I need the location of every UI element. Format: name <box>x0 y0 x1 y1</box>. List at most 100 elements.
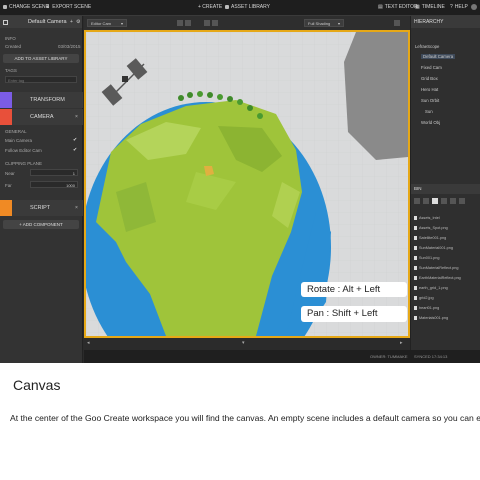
tree-label: Fixed Cam <box>421 65 442 70</box>
tag-placeholder: Enter tag <box>8 78 25 83</box>
follow-editor-cam-checkbox[interactable]: ✔ <box>73 147 77 153</box>
camera-select[interactable]: Editor Cam ▾ <box>87 19 127 27</box>
near-value: 1 <box>72 171 75 176</box>
camera-component-header[interactable]: CAMERA × <box>0 109 83 125</box>
grid-icon[interactable] <box>212 20 218 26</box>
asset-item[interactable]: Assets_Spot.png <box>414 226 448 230</box>
create-label: + CREATE <box>198 4 223 10</box>
tree-item[interactable]: Fixed Cam <box>421 65 442 70</box>
pan-hint: Pan : Shift + Left <box>301 306 407 322</box>
add-component-label: + ADD COMPONENT <box>19 222 63 227</box>
text-editor-button[interactable]: ▤ TEXT EDITOR <box>378 4 418 10</box>
change-scene-button[interactable]: CHANGE SCENE <box>3 4 49 10</box>
far-input[interactable]: 1000 <box>30 181 78 188</box>
tree-item[interactable]: Sun Orbit <box>421 98 439 103</box>
grid-view-icon[interactable] <box>432 198 438 204</box>
scale-tool-icon[interactable] <box>204 20 210 26</box>
asset-item[interactable]: Assets_Intel <box>414 216 440 220</box>
viewport-toolbar: Editor Cam ▾ Full Shading ▾ <box>84 16 410 30</box>
asset-item[interactable]: Sun001.png <box>414 256 439 260</box>
tree-label: Default Camera <box>423 54 454 59</box>
settings-icon[interactable]: ⚙ <box>76 19 80 25</box>
trash-icon[interactable] <box>459 198 465 204</box>
far-label: Far <box>5 183 12 188</box>
section-paragraph: At the center of the Goo Create workspac… <box>10 413 480 423</box>
rotate-tool-icon[interactable] <box>185 20 191 26</box>
hierarchy-title: HIERARCHY <box>414 19 444 25</box>
tree-label: Sun <box>425 109 433 114</box>
asset-library-button[interactable]: ASSET LIBRARY <box>225 4 270 10</box>
tree-item[interactable]: LefraeScope <box>415 44 439 49</box>
library-icon <box>225 5 229 9</box>
timeline-label: TIMELINE <box>421 4 445 10</box>
asset-item[interactable]: earth_grid_1.png <box>414 286 448 290</box>
asset-item[interactable]: SunMaterialReflect.png <box>414 266 458 270</box>
asset-item[interactable]: EarthMaterialReflect.png <box>414 276 461 280</box>
canvas-bottom-bar: ◂ ▾ ▸ <box>84 338 410 348</box>
asset-item[interactable]: SunMaterial001.png <box>414 246 453 250</box>
asset-item[interactable]: grid2.jpg <box>414 296 434 300</box>
hierarchy-panel: HIERARCHY LefraeScope Default Camera Fix… <box>410 16 480 350</box>
sync-status: SYNCED 17:34:13 <box>414 354 448 359</box>
created-date: 03/03/2015 <box>58 44 81 49</box>
asset-item[interactable]: Materials001.png <box>414 316 448 320</box>
create-button[interactable]: + CREATE <box>198 4 222 10</box>
main-camera-label: Main Camera <box>5 138 33 143</box>
script-label: SCRIPT <box>30 205 51 211</box>
scene-canvas[interactable]: Rotate : Alt + Left Pan : Shift + Left <box>84 30 410 338</box>
add-component-button[interactable]: + ADD COMPONENT <box>3 220 79 229</box>
text-editor-label: TEXT EDITOR <box>384 4 418 10</box>
entity-name[interactable]: Default Camera <box>28 19 67 25</box>
tags-label: TAGS <box>5 68 17 73</box>
change-scene-label: CHANGE SCENE <box>9 4 50 10</box>
upload-icon[interactable] <box>423 198 429 204</box>
timeline-button[interactable]: ▦ TIMELINE <box>415 4 445 10</box>
tree-item[interactable]: Sun <box>425 109 433 114</box>
add-icon[interactable]: + <box>70 19 73 25</box>
help-label: HELP <box>454 4 468 10</box>
asset-label: earth_grid_1.png <box>419 286 448 290</box>
asset-label: SunMaterial001.png <box>419 246 453 250</box>
chevron-down-icon: ▾ <box>120 20 123 26</box>
collapse-left-icon[interactable]: ◂ <box>87 340 90 346</box>
section-heading: Canvas <box>13 377 61 393</box>
close-icon[interactable]: × <box>75 114 78 120</box>
tree-label: Hero Hat <box>421 87 439 92</box>
asset-item[interactable]: heart01.png <box>414 306 439 310</box>
main-camera-checkbox[interactable]: ✔ <box>73 137 77 143</box>
script-component-header[interactable]: SCRIPT × <box>0 200 83 216</box>
add-to-asset-library-button[interactable]: ADD TO ASSET LIBRARY <box>3 54 79 63</box>
asset-label: Sun001.png <box>419 256 440 260</box>
asset-label: Materials001.png <box>419 316 449 320</box>
rotate-hint: Rotate : Alt + Left <box>301 282 407 297</box>
list-view-icon[interactable] <box>441 198 447 204</box>
sort-icon[interactable] <box>450 198 456 204</box>
script-icon <box>0 200 12 216</box>
shading-select[interactable]: Full Shading ▾ <box>304 19 344 27</box>
help-button[interactable]: ? HELP <box>450 4 468 10</box>
hierarchy-header: HIERARCHY <box>411 16 480 28</box>
inspector-panel: Default Camera + ⚙ INFO Created 03/03/20… <box>0 16 83 363</box>
transform-component-header[interactable]: TRANSFORM <box>0 92 83 108</box>
export-scene-button[interactable]: ⬇ EXPORT SCENE <box>46 4 91 10</box>
tree-item[interactable]: Grid Box <box>421 76 438 81</box>
fullscreen-icon[interactable] <box>394 20 400 26</box>
bin-header: BIN <box>411 184 480 194</box>
user-menu-icon[interactable] <box>471 4 477 10</box>
tree-item[interactable]: Default Camera <box>421 54 456 59</box>
asset-item[interactable]: Satellite001.png <box>414 236 446 240</box>
tag-input[interactable]: Enter tag <box>5 76 77 83</box>
tree-item[interactable]: Hero Hat <box>421 87 438 92</box>
tree-label: Grid Box <box>421 76 438 81</box>
move-tool-icon[interactable] <box>177 20 183 26</box>
collapse-right-icon[interactable]: ▸ <box>400 340 403 346</box>
near-input[interactable]: 1 <box>30 169 78 176</box>
tree-label: LefraeScope <box>415 44 440 49</box>
filter-icon[interactable] <box>414 198 420 204</box>
script-close-icon[interactable]: × <box>75 205 78 211</box>
tree-item[interactable]: World Obj <box>421 120 440 125</box>
collapse-bottom-icon[interactable]: ▾ <box>242 340 245 346</box>
camera-select-value: Editor Cam <box>91 20 112 26</box>
asset-label: EarthMaterialReflect.png <box>419 276 461 280</box>
documentation-section: Canvas At the center of the Goo Create w… <box>0 363 480 480</box>
